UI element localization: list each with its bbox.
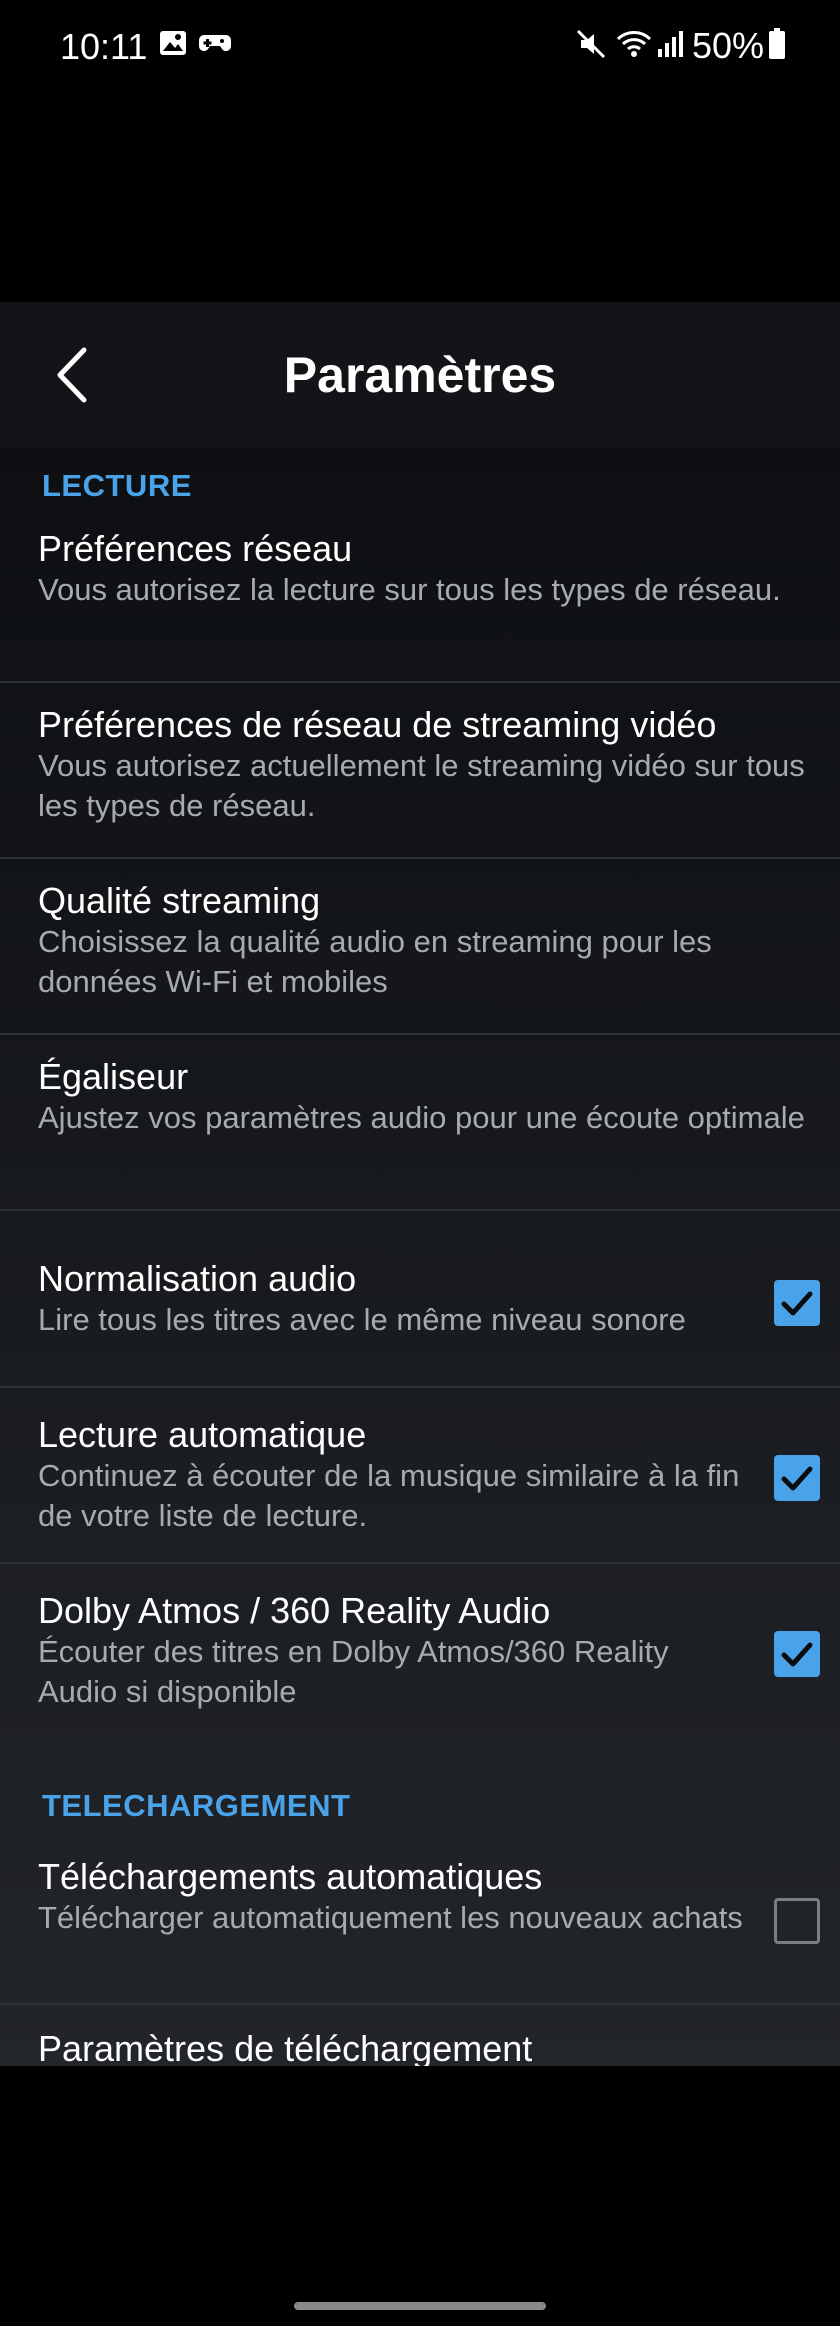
divider: [0, 1386, 840, 1388]
checkmark-icon: [781, 1466, 813, 1491]
setting-title: Égaliseur: [38, 1056, 189, 1097]
gallery-icon: [158, 28, 188, 63]
wifi-icon: [616, 27, 652, 66]
setting-auto-downloads[interactable]: Téléchargements automatiques Télécharger…: [0, 1856, 840, 1966]
setting-download-settings[interactable]: Paramètres de téléchargement: [0, 2028, 840, 2066]
setting-subtitle: Télécharger automatiquement les nouveaux…: [38, 1900, 743, 1935]
status-bar: 10:11 50%: [0, 0, 840, 100]
divider: [0, 1033, 840, 1035]
setting-equalizer[interactable]: Égaliseur Ajustez vos paramètres audio p…: [0, 1056, 840, 1166]
back-button[interactable]: [40, 330, 130, 420]
section-header-telechargement: TELECHARGEMENT: [42, 1788, 351, 1823]
setting-subtitle: Ajustez vos paramètres audio pour une éc…: [38, 1100, 805, 1135]
mute-icon: [574, 27, 608, 66]
dolby-atmos-checkbox[interactable]: [774, 1631, 820, 1677]
settings-list: LECTURE Préférences réseau Vous autorise…: [0, 448, 840, 2066]
setting-subtitle: Écouter des titres en Dolby Atmos/360 Re…: [38, 1634, 669, 1709]
setting-dolby-atmos[interactable]: Dolby Atmos / 360 Reality Audio Écouter …: [0, 1590, 840, 1709]
signal-icon: [656, 29, 684, 64]
setting-audio-normalization[interactable]: Normalisation audio Lire tous les titres…: [0, 1258, 840, 1338]
app-bar: Paramètres: [0, 302, 840, 448]
checkmark-icon: [781, 1642, 813, 1667]
setting-subtitle: Vous autorisez actuellement le streaming…: [38, 748, 805, 823]
setting-video-streaming-network[interactable]: Préférences de réseau de streaming vidéo…: [0, 704, 840, 823]
checkmark-icon: [781, 1291, 813, 1316]
audio-normalization-checkbox[interactable]: [774, 1280, 820, 1326]
setting-subtitle: Continuez à écouter de la musique simila…: [38, 1458, 740, 1533]
battery-icon: [768, 27, 786, 65]
setting-network-preferences[interactable]: Préférences réseau Vous autorisez la lec…: [0, 528, 840, 628]
setting-streaming-quality[interactable]: Qualité streaming Choisissez la qualité …: [0, 880, 840, 999]
setting-title: Paramètres de téléchargement: [38, 2028, 533, 2066]
setting-subtitle: Lire tous les titres avec le même niveau…: [38, 1302, 686, 1337]
divider: [0, 1209, 840, 1211]
chevron-left-icon: [40, 347, 130, 424]
battery-percentage: 50%: [692, 25, 765, 66]
auto-downloads-checkbox[interactable]: [774, 1898, 820, 1944]
setting-title: Lecture automatique: [38, 1414, 367, 1455]
home-gesture-handle[interactable]: [294, 2302, 546, 2310]
divider: [0, 2003, 840, 2005]
game-icon: [198, 28, 232, 63]
divider: [0, 857, 840, 859]
setting-subtitle: Vous autorisez la lecture sur tous les t…: [38, 572, 781, 607]
setting-autoplay[interactable]: Lecture automatique Continuez à écouter …: [0, 1414, 840, 1533]
status-time: 10:11: [60, 26, 148, 67]
autoplay-checkbox[interactable]: [774, 1455, 820, 1501]
setting-title: Qualité streaming: [38, 880, 321, 921]
divider: [0, 681, 840, 683]
setting-title: Téléchargements automatiques: [38, 1856, 543, 1897]
setting-title: Préférences de réseau de streaming vidéo: [38, 704, 717, 745]
setting-title: Dolby Atmos / 360 Reality Audio: [38, 1590, 551, 1631]
section-header-lecture: LECTURE: [42, 468, 192, 503]
navigation-bar: [0, 2066, 840, 2326]
setting-title: Normalisation audio: [38, 1258, 357, 1299]
divider: [0, 1562, 840, 1564]
setting-title: Préférences réseau: [38, 528, 353, 569]
setting-subtitle: Choisissez la qualité audio en streaming…: [38, 924, 712, 999]
